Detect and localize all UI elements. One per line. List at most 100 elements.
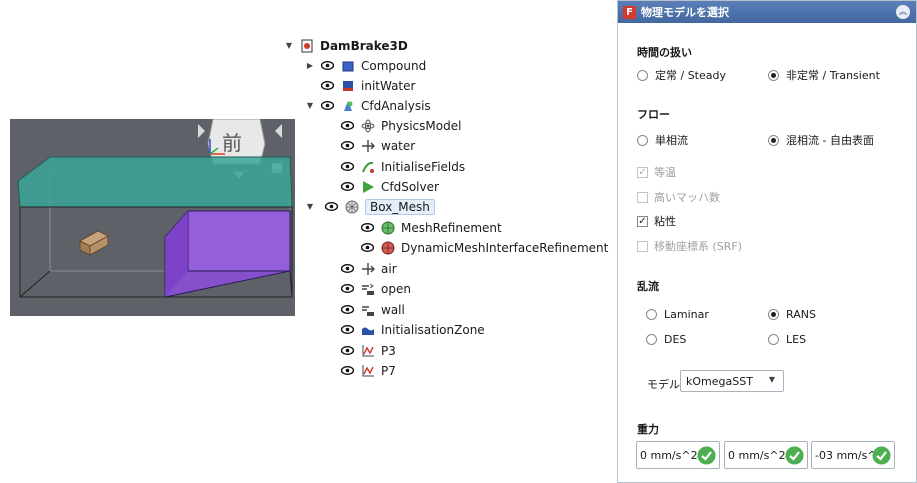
panel-title-bar[interactable]: F 物理モデルを選択 ︽: [618, 1, 916, 23]
tree-label: InitialisationZone: [381, 322, 485, 337]
box-part-icon: [341, 79, 355, 93]
high-mach-checkbox[interactable]: 高いマッハ数: [637, 189, 720, 205]
single-phase-label: 単相流: [655, 134, 688, 147]
visibility-eye-icon[interactable]: [341, 325, 354, 334]
steady-radio[interactable]: 定常 / Steady: [637, 67, 726, 83]
tree-item-water[interactable]: water: [325, 136, 415, 155]
checkbox-box[interactable]: [637, 240, 648, 252]
viscous-checkbox[interactable]: ✓ 粘性: [637, 213, 676, 229]
visibility-eye-icon[interactable]: [341, 305, 354, 314]
radio-circle[interactable]: [637, 134, 648, 146]
radio-circle[interactable]: [637, 69, 648, 81]
visibility-eye-icon[interactable]: [321, 101, 334, 110]
visibility-eye-icon[interactable]: [321, 81, 334, 90]
tree-label: water: [381, 138, 416, 153]
radio-circle-selected[interactable]: [768, 134, 779, 146]
tree-item-compound[interactable]: ▶ Compound: [305, 56, 426, 75]
checkbox-box[interactable]: ✓: [637, 166, 648, 178]
gravity-y-input[interactable]: 0 mm/s^2: [724, 441, 808, 469]
visibility-eye-icon[interactable]: [341, 141, 354, 150]
single-phase-radio[interactable]: 単相流: [637, 132, 688, 148]
tree-label: MeshRefinement: [401, 220, 502, 235]
visibility-eye-icon[interactable]: [341, 182, 354, 191]
les-radio[interactable]: LES: [768, 333, 806, 346]
collapse-panel-button[interactable]: ︽: [896, 5, 910, 19]
gravity-x-input[interactable]: 0 mm/s^2: [636, 441, 720, 469]
gravity-x-value: 0 mm/s^2: [640, 448, 698, 462]
tree-item-wall[interactable]: wall: [325, 300, 405, 319]
multiphase-radio[interactable]: 混相流 - 自由表面: [768, 132, 874, 148]
time-section-title: 時間の扱い: [637, 46, 692, 59]
radio-circle[interactable]: [646, 334, 657, 345]
tree-label: P7: [381, 363, 396, 378]
visibility-eye-icon[interactable]: [361, 223, 374, 232]
tree-item-dynamicmeshinterfacerefinement[interactable]: DynamicMeshInterfaceRefinement: [345, 238, 608, 257]
radio-circle-selected[interactable]: [768, 309, 779, 320]
tree-item-initialisationzone[interactable]: InitialisationZone: [325, 320, 485, 339]
tree-item-initialisefields[interactable]: InitialiseFields: [325, 157, 465, 176]
visibility-eye-icon[interactable]: [341, 162, 354, 171]
visibility-eye-icon[interactable]: [325, 202, 338, 211]
radio-circle[interactable]: [646, 309, 657, 320]
isothermal-checkbox[interactable]: ✓ 等温: [637, 164, 676, 180]
tree-label-root: DamBrake3D: [320, 38, 408, 53]
collapse-arrow-icon[interactable]: ▼: [305, 101, 315, 110]
transient-label: 非定常 / Transient: [786, 69, 880, 82]
document-icon: [300, 39, 314, 53]
visibility-eye-icon[interactable]: [341, 284, 354, 293]
turbulence-model-select[interactable]: kOmegaSST ▼: [680, 370, 784, 392]
visibility-eye-icon[interactable]: [341, 121, 354, 130]
cfd-analysis-icon: [341, 99, 355, 113]
play-solver-icon: [361, 180, 375, 194]
gravity-section-title: 重力: [637, 423, 659, 436]
tree-item-initwater[interactable]: initWater: [305, 76, 415, 95]
tree-label: Compound: [361, 58, 427, 73]
gravity-y-value: 0 mm/s^2: [728, 448, 786, 462]
visibility-eye-icon[interactable]: [341, 346, 354, 355]
valid-check-icon: [697, 446, 716, 465]
laminar-radio[interactable]: Laminar: [646, 308, 709, 321]
des-radio[interactable]: DES: [646, 333, 686, 346]
viscous-label: 粘性: [654, 215, 676, 228]
probe-chart-icon: [361, 364, 375, 378]
boundary-open-icon: [361, 282, 375, 296]
navcube-face-label: 前: [222, 131, 242, 155]
expand-arrow-icon[interactable]: ▶: [305, 61, 315, 70]
visibility-eye-icon[interactable]: [341, 366, 354, 375]
radio-circle-selected[interactable]: [768, 69, 779, 81]
rans-radio[interactable]: RANS: [768, 308, 816, 321]
visibility-eye-icon[interactable]: [341, 264, 354, 273]
collapse-arrow-icon[interactable]: ▼: [305, 202, 315, 211]
srf-checkbox[interactable]: 移動座標系 (SRF): [637, 238, 742, 254]
3d-viewport[interactable]: 前: [10, 119, 295, 316]
transient-radio[interactable]: 非定常 / Transient: [768, 67, 880, 83]
visibility-eye-icon[interactable]: [361, 243, 374, 252]
fluid-material-icon: [361, 262, 375, 276]
tree-item-physicsmodel[interactable]: PhysicsModel: [325, 116, 461, 135]
compound-icon: [341, 59, 355, 73]
tree-item-root[interactable]: ▼ DamBrake3D: [284, 36, 408, 55]
high-mach-label: 高いマッハ数: [654, 191, 720, 204]
tree-item-air[interactable]: air: [325, 259, 397, 278]
atom-icon: [361, 119, 375, 133]
tree-item-meshrefinement[interactable]: MeshRefinement: [345, 218, 502, 237]
tree-item-cfdsolver[interactable]: CfdSolver: [325, 177, 439, 196]
radio-circle[interactable]: [768, 334, 779, 345]
tree-item-p3[interactable]: P3: [325, 341, 396, 360]
checkbox-box[interactable]: [637, 191, 648, 203]
tree-item-open[interactable]: open: [325, 279, 411, 298]
collapse-arrow-icon[interactable]: ▼: [284, 41, 294, 50]
srf-label: 移動座標系 (SRF): [654, 240, 743, 253]
flow-section-title: フロー: [637, 108, 670, 121]
visibility-eye-icon[interactable]: [321, 61, 334, 70]
tree-item-box-mesh[interactable]: ▼ Box_Mesh: [307, 197, 435, 216]
gravity-z-input[interactable]: -03 mm/s^2: [811, 441, 895, 469]
tree-label: Box_Mesh: [365, 198, 435, 215]
dynamic-mesh-icon: [381, 241, 395, 255]
tree-item-cfdanalysis[interactable]: ▼ CfdAnalysis: [305, 96, 431, 115]
des-label: DES: [664, 333, 687, 346]
checkbox-box-checked[interactable]: ✓: [637, 215, 648, 227]
tree-item-p7[interactable]: P7: [325, 361, 396, 380]
navcube-left-arrow-icon: [198, 124, 205, 138]
rans-label: RANS: [786, 308, 816, 321]
